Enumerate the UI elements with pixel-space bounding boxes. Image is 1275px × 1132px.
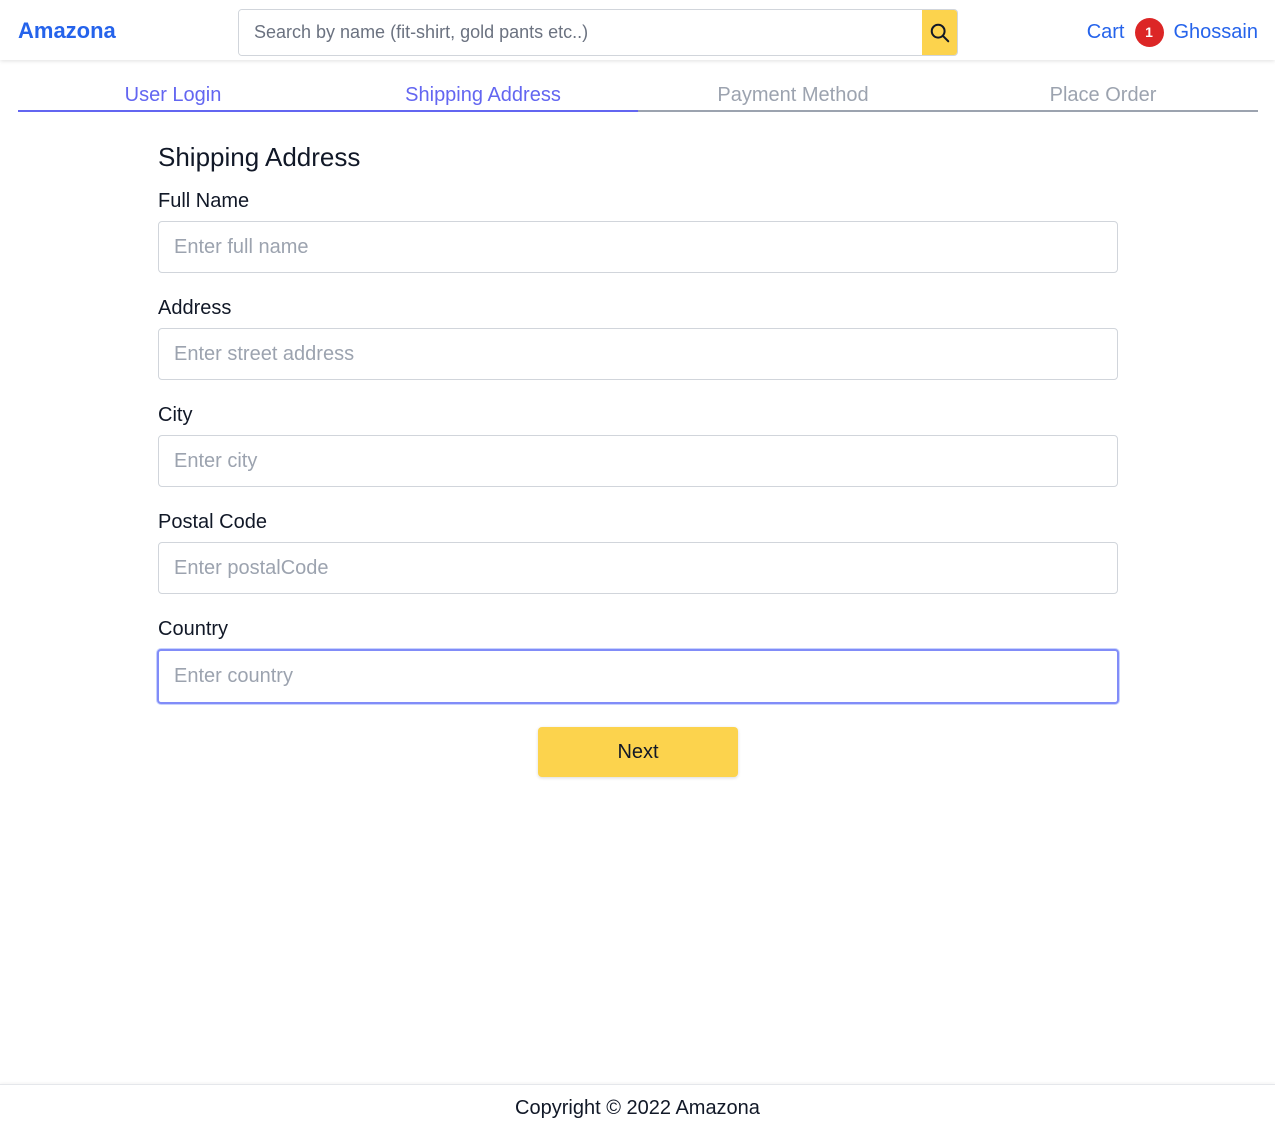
country-field: Country <box>157 616 1119 704</box>
top-navbar: Amazona Cart 1 Ghossain <box>0 0 1275 60</box>
address-field: Address <box>158 295 1118 380</box>
address-input[interactable] <box>158 328 1118 380</box>
postal-code-label: Postal Code <box>158 511 267 533</box>
step-place-order: Place Order <box>948 80 1258 112</box>
page-title: Shipping Address <box>158 142 361 172</box>
postal-code-input[interactable] <box>158 542 1118 594</box>
city-label: City <box>158 404 193 426</box>
step-user-login: User Login <box>18 80 328 112</box>
step-shipping-address: Shipping Address <box>328 80 638 112</box>
search-input[interactable] <box>239 10 922 55</box>
cart-count-badge: 1 <box>1134 17 1164 47</box>
full-name-field: Full Name <box>158 188 1118 273</box>
search-button[interactable] <box>922 10 957 55</box>
shipping-address-form: Shipping Address Full Name Address City … <box>157 140 1119 726</box>
full-name-input[interactable] <box>158 221 1118 273</box>
search-icon <box>930 23 949 42</box>
brand-logo-link[interactable]: Amazona <box>18 17 116 45</box>
search-bar <box>238 9 958 56</box>
nav-right: Cart 1 Ghossain <box>1087 17 1258 47</box>
cart-link[interactable]: Cart <box>1087 21 1125 44</box>
country-input[interactable] <box>157 649 1119 704</box>
step-payment-method: Payment Method <box>638 80 948 112</box>
address-label: Address <box>158 297 232 319</box>
city-input[interactable] <box>158 435 1118 487</box>
user-menu-link[interactable]: Ghossain <box>1174 21 1259 44</box>
footer: Copyright © 2022 Amazona <box>0 1084 1275 1132</box>
full-name-label: Full Name <box>158 190 250 212</box>
country-label: Country <box>158 618 229 640</box>
city-field: City <box>158 402 1118 487</box>
next-button[interactable]: Next <box>538 727 738 777</box>
postal-code-field: Postal Code <box>158 509 1118 594</box>
copyright-text: Copyright © 2022 Amazona <box>515 1097 760 1119</box>
checkout-steps: User Login Shipping Address Payment Meth… <box>18 80 1258 112</box>
